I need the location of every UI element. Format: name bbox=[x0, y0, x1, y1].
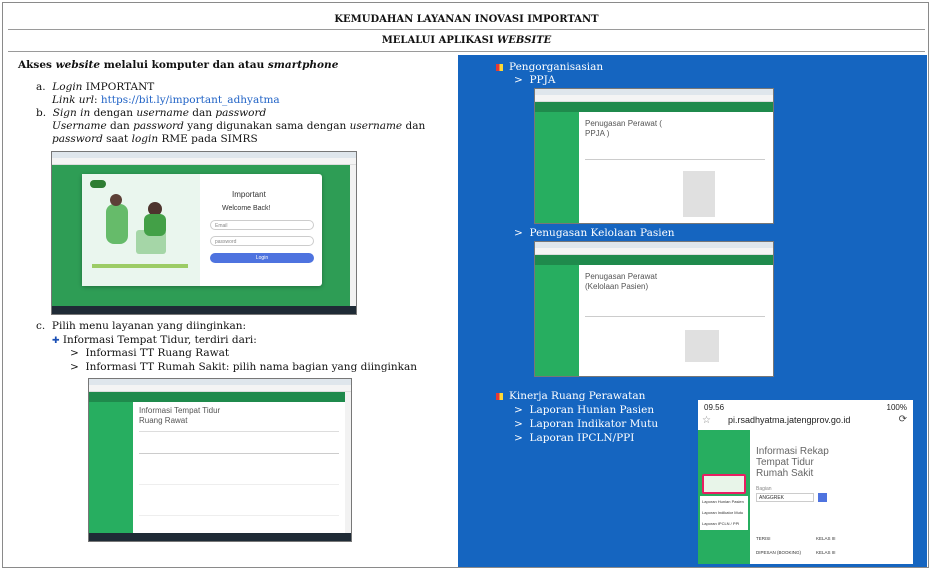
title-line-1: KEMUDAHAN LAYANAN INOVASI IMPORTANT bbox=[334, 14, 599, 25]
phone-time: 09.56 bbox=[704, 403, 725, 412]
lap3-item: > Laporan IPCLN/PPI bbox=[514, 432, 635, 444]
divider bbox=[8, 29, 925, 30]
important-link[interactable]: https://bit.ly/important_adhyatma bbox=[101, 94, 280, 106]
step-b-line3: password saat login RME pada SIMRS bbox=[52, 133, 258, 145]
filter-button[interactable] bbox=[818, 493, 827, 502]
ppja-item: > PPJA bbox=[514, 74, 556, 86]
phone-title: Informasi Rekap Tempat Tidur Rumah Sakit bbox=[756, 446, 829, 479]
bookmark-icon[interactable]: ☆ bbox=[702, 415, 711, 426]
bagian-select[interactable]: ANGGREK bbox=[756, 493, 814, 502]
password-field[interactable]: password bbox=[210, 236, 314, 246]
login-screenshot: Important Welcome Back! Email password L… bbox=[51, 151, 357, 315]
step-b: b. Sign in dengan username dan password bbox=[36, 107, 267, 119]
step-c-1a: > Informasi TT Ruang Rawat bbox=[70, 347, 230, 359]
highlight-box bbox=[702, 474, 746, 494]
username-field[interactable]: Email bbox=[210, 220, 314, 230]
step-c-1b: > Informasi TT Rumah Sakit: pilih nama b… bbox=[70, 361, 418, 373]
kelolaan-item: > Penugasan Kelolaan Pasien bbox=[514, 227, 675, 239]
phone-battery: 100% bbox=[886, 403, 907, 412]
row-1-status: TERISI bbox=[756, 536, 771, 541]
divider bbox=[8, 51, 925, 52]
login-title: Important bbox=[232, 190, 266, 199]
phone-url[interactable]: pi.rsadhyatma.jatengprov.go.id bbox=[728, 415, 850, 425]
phone-menu-2[interactable]: Laporan Indikator Mutu bbox=[702, 507, 748, 518]
ppja-screenshot: Penugasan Perawat (PPJA ) bbox=[534, 88, 774, 224]
kelolaan-shot-title: Penugasan Perawat (Kelolaan Pasien) bbox=[585, 272, 658, 291]
login-card: Important Welcome Back! Email password L… bbox=[82, 174, 322, 286]
bagian-label: Bagian bbox=[756, 486, 772, 492]
lap2-item: > Laporan Indikator Mutu bbox=[514, 418, 659, 430]
login-button[interactable]: Login bbox=[210, 253, 314, 263]
org-heading: Pengorganisasian bbox=[496, 61, 603, 73]
login-welcome: Welcome Back! bbox=[222, 205, 271, 212]
kinerja-heading: Kinerja Ruang Perawatan bbox=[496, 390, 645, 402]
phone-menu-3[interactable]: Laporan IPCLN / PPI bbox=[702, 518, 748, 529]
right-panel: Pengorganisasian > PPJA Penugasan Perawa… bbox=[458, 55, 927, 567]
ppja-shot-title: Penugasan Perawat (PPJA ) bbox=[585, 119, 662, 138]
phone-sidebar: Laporan Hunian Pasien Laporan Indikator … bbox=[698, 430, 750, 564]
lap1-item: > Laporan Hunian Pasien bbox=[514, 404, 655, 416]
row-2-kelas: KELAS III bbox=[816, 550, 836, 555]
step-c-1: ✚ Informasi Tempat Tidur, terdiri dari: bbox=[52, 334, 257, 346]
title-line-2: MELALUI APLIKASI WEBSITE bbox=[381, 35, 552, 46]
row-1-kelas: KELAS III bbox=[816, 536, 836, 541]
reload-icon[interactable]: ⟳ bbox=[899, 414, 907, 425]
tt-title: Informasi Tempat Tidur Ruang Rawat bbox=[139, 406, 221, 425]
phone-screenshot: 09.56 100% ☆ pi.rsadhyatma.jatengprov.go… bbox=[698, 400, 913, 564]
tt-table bbox=[139, 445, 339, 516]
tt-screenshot: Informasi Tempat Tidur Ruang Rawat bbox=[88, 378, 352, 542]
step-c: c. Pilih menu layanan yang diinginkan: bbox=[36, 320, 247, 332]
phone-menu-1[interactable]: Laporan Hunian Pasien bbox=[702, 496, 748, 507]
access-heading: Akses website melalui komputer dan atau … bbox=[18, 59, 339, 71]
kelolaan-screenshot: Penugasan Perawat (Kelolaan Pasien) bbox=[534, 241, 774, 377]
step-a: a. Login IMPORTANT bbox=[36, 81, 155, 93]
step-a-link: Link url: https://bit.ly/important_adhya… bbox=[52, 94, 280, 106]
illustration bbox=[82, 174, 200, 286]
step-b-line2: Username dan password yang digunakan sam… bbox=[52, 120, 426, 132]
row-2-status: DIPESAN (BOOKING) bbox=[756, 550, 802, 555]
